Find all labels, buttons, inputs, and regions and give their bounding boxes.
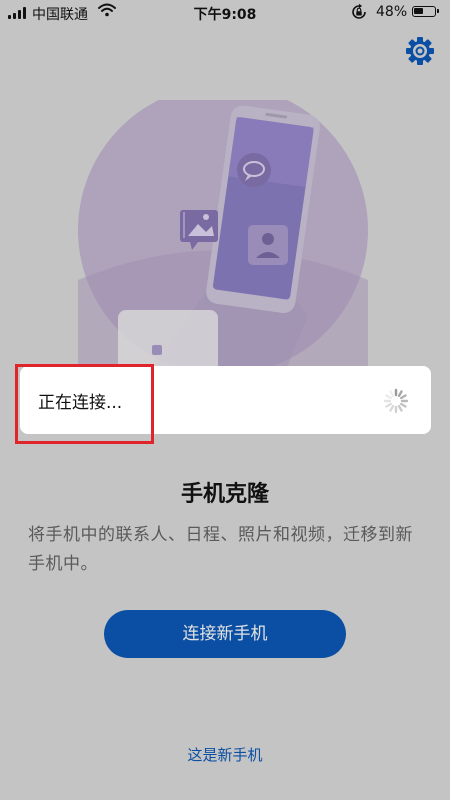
gear-icon [406, 37, 434, 65]
chat-bubble-icon [237, 153, 271, 187]
battery-percentage: 48% [376, 4, 408, 20]
page-title: 手机克隆 [180, 482, 269, 507]
phone-clone-screen: 中国联通 下午9:08 48% 正在连接... 手机克隆 将手机中的联系人、日程… [0, 0, 450, 800]
connect-new-phone-button[interactable]: 连接新手机 [104, 610, 346, 658]
phone-clone-illustration [78, 100, 368, 400]
settings-button[interactable] [404, 35, 436, 67]
contact-icon [248, 225, 288, 265]
spinner-icon [383, 388, 409, 414]
this-is-new-phone-link[interactable]: 这是新手机 [0, 744, 450, 765]
page-description: 将手机中的联系人、日程、照片和视频，迁移到新手机中。 [28, 525, 413, 574]
rotation-lock-icon [350, 3, 368, 25]
status-bar: 中国联通 下午9:08 48% [0, 0, 450, 26]
highlight-annotation-box [15, 364, 154, 444]
battery-icon [412, 6, 439, 17]
